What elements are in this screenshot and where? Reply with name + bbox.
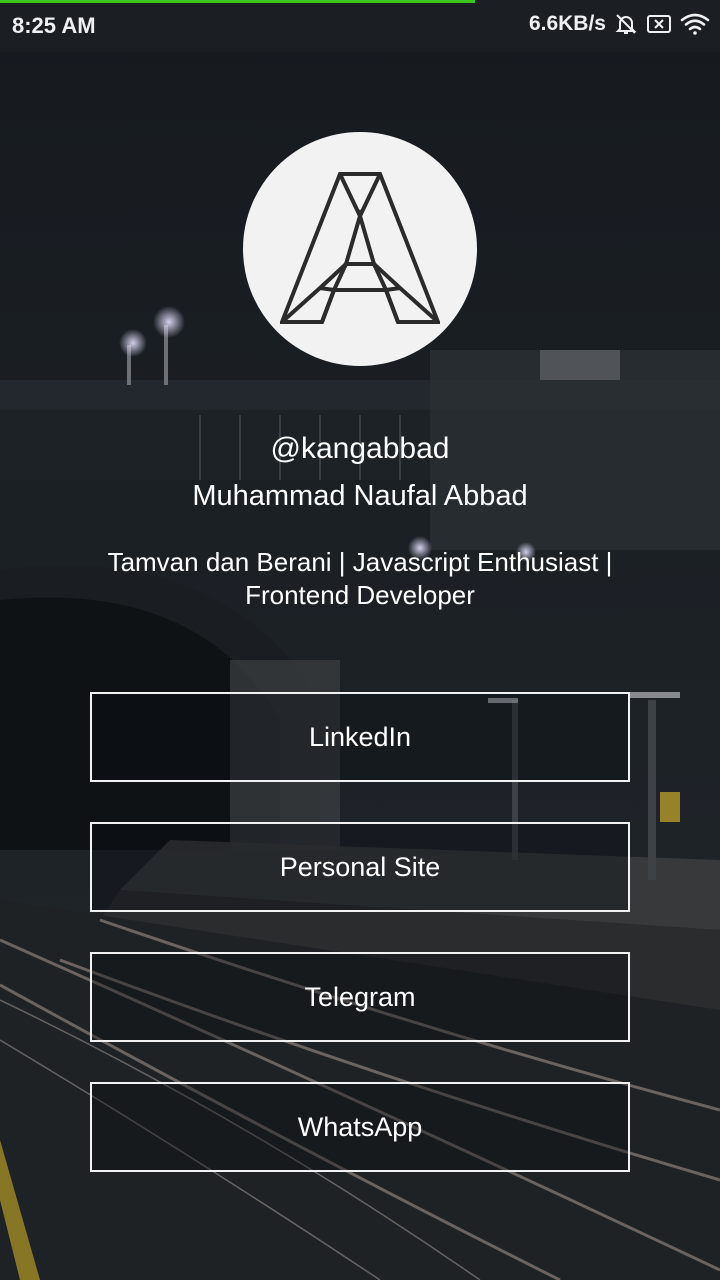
personal-site-link-button[interactable]: Personal Site xyxy=(90,822,630,912)
bell-muted-icon xyxy=(614,12,638,36)
wifi-icon xyxy=(680,12,710,36)
network-speed: 6.6KB/s xyxy=(528,12,606,35)
profile-bio: Tamvan dan Berani | Javascript Enthusias… xyxy=(60,546,660,612)
page-load-progress-bar xyxy=(0,0,476,3)
whatsapp-link-button[interactable]: WhatsApp xyxy=(90,1082,630,1172)
status-bar: 8:25 AM 6.6KB/s xyxy=(0,0,720,52)
telegram-link-button[interactable]: Telegram xyxy=(90,952,630,1042)
bio-line-2: Frontend Developer xyxy=(245,580,475,610)
profile-avatar xyxy=(243,132,477,366)
bio-line-1: Tamvan dan Berani | Javascript Enthusias… xyxy=(107,547,613,577)
sim-disabled-icon xyxy=(646,12,672,36)
profile-handle: @kangabbad xyxy=(270,432,450,465)
profile-name: Muhammad Naufal Abbad xyxy=(192,480,528,512)
status-time: 8:25 AM xyxy=(12,13,96,38)
linkedin-link-button[interactable]: LinkedIn xyxy=(90,692,630,782)
letter-a-logo-icon xyxy=(280,172,440,324)
